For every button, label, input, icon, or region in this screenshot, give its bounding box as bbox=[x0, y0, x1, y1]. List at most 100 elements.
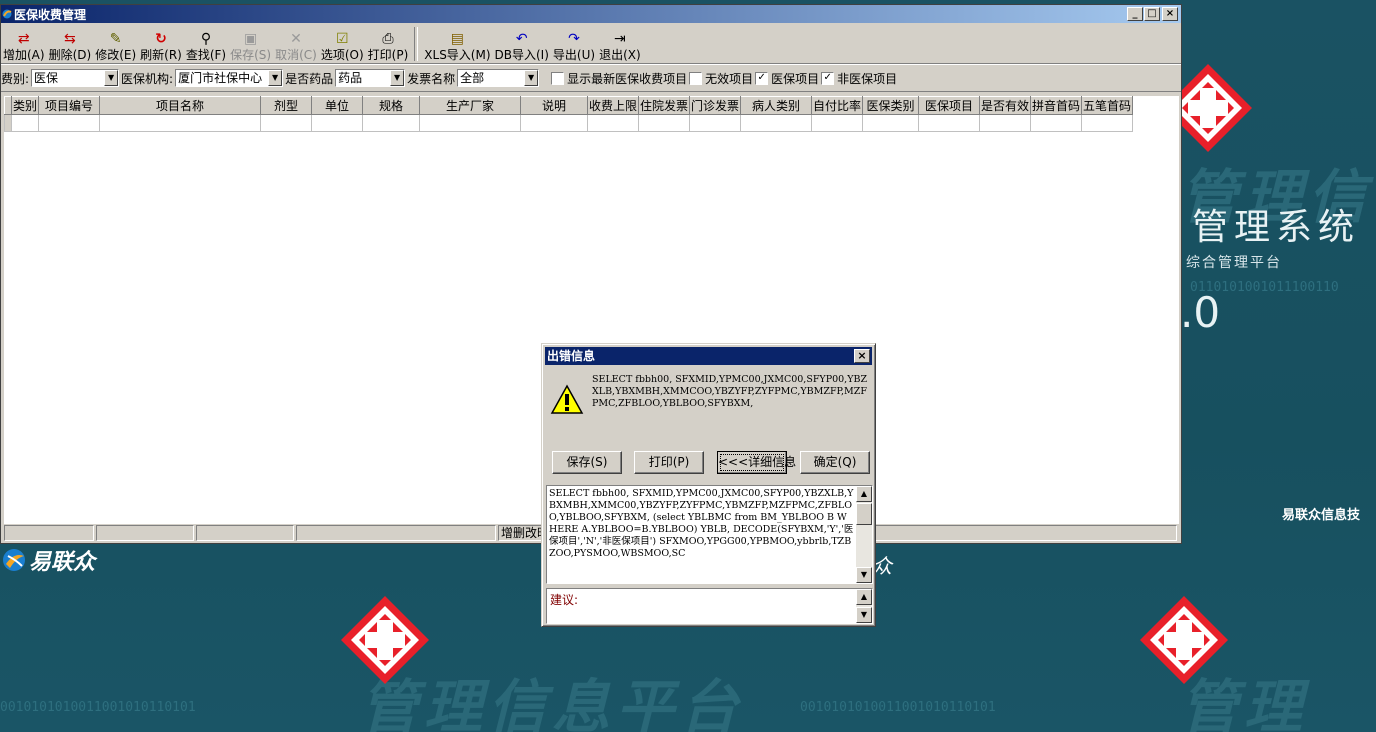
column-header[interactable]: 项目编号 bbox=[38, 96, 100, 115]
checkbox-insurance-items[interactable]: ✓ bbox=[755, 71, 769, 85]
grid-cell[interactable] bbox=[38, 114, 100, 132]
exit-button[interactable]: ⇥ 退出(X) bbox=[599, 25, 641, 63]
edit-icon: ✎ bbox=[109, 31, 122, 47]
row-indicator bbox=[4, 114, 12, 132]
printer-icon: ⎙ bbox=[382, 31, 394, 47]
dialog-ok-button[interactable]: 确定(Q) bbox=[800, 451, 870, 474]
column-header[interactable]: 门诊发票 bbox=[689, 96, 741, 115]
checkbox-non-insurance-items[interactable]: ✓ bbox=[821, 71, 835, 85]
fee-type-select[interactable]: 医保 ▼ bbox=[31, 69, 120, 87]
grid-cell[interactable] bbox=[1081, 114, 1133, 132]
dialog-print-button[interactable]: 打印(P) bbox=[634, 451, 704, 474]
table-row[interactable] bbox=[4, 114, 1133, 132]
detail-scrollbar[interactable]: ▲ ▼ bbox=[856, 486, 872, 583]
scroll-up-icon[interactable]: ▲ bbox=[856, 589, 872, 605]
edit-button[interactable]: ✎ 修改(E) bbox=[95, 25, 136, 63]
checkbox-insurance-items-label: 医保项目 bbox=[771, 71, 820, 86]
error-detail-textbox[interactable]: SELECT fbbh00, SFXMID,YPMC00,JXMC00,SFYP… bbox=[546, 485, 873, 584]
is-drug-select[interactable]: 药品 ▼ bbox=[335, 69, 406, 87]
grid-cell[interactable] bbox=[311, 114, 363, 132]
save-button[interactable]: ▣ 保存(S) bbox=[230, 25, 271, 63]
scroll-thumb[interactable] bbox=[856, 503, 872, 525]
chevron-down-icon: ▼ bbox=[268, 70, 283, 86]
xls-import-button[interactable]: ▤ XLS导入(M) bbox=[424, 25, 490, 63]
grid-cell[interactable] bbox=[99, 114, 261, 132]
grid-cell[interactable] bbox=[638, 114, 690, 132]
invoice-select[interactable]: 全部 ▼ bbox=[457, 69, 540, 87]
dialog-titlebar[interactable]: 出错信息 × bbox=[545, 347, 872, 365]
suggestion-scrollbar[interactable]: ▲ ▼ bbox=[856, 589, 872, 623]
grid-cell[interactable] bbox=[362, 114, 420, 132]
xls-import-icon: ▤ bbox=[450, 31, 465, 47]
error-message: SELECT fbbh00, SFXMID,YPMC00,JXMC00,SFYP… bbox=[592, 374, 868, 409]
refresh-button[interactable]: ↻ 刷新(R) bbox=[140, 25, 182, 63]
add-button[interactable]: ⇄ 增加(A) bbox=[3, 25, 45, 63]
column-header[interactable]: 拼音首码 bbox=[1030, 96, 1082, 115]
toolbar: ⇄ 增加(A) ⇆ 删除(D) ✎ 修改(E) ↻ 刷新(R) ⚲ 查找(F) … bbox=[1, 23, 1181, 64]
system-title: 管理系统 bbox=[1192, 207, 1361, 248]
status-panel bbox=[96, 525, 194, 541]
grid-cell[interactable] bbox=[11, 114, 39, 132]
column-header[interactable]: 单位 bbox=[311, 96, 363, 115]
column-header[interactable]: 自付比率 bbox=[811, 96, 863, 115]
close-button[interactable]: × bbox=[1162, 7, 1178, 21]
grid-cell[interactable] bbox=[1030, 114, 1082, 132]
checkbox-non-insurance-items-label: 非医保项目 bbox=[837, 71, 898, 86]
dialog-detail-button[interactable]: <<<详细信息 bbox=[717, 451, 796, 474]
minimize-button[interactable]: _ bbox=[1127, 7, 1143, 21]
options-button[interactable]: ☑ 选项(O) bbox=[321, 25, 364, 63]
scroll-down-icon[interactable]: ▼ bbox=[856, 567, 872, 583]
print-button[interactable]: ⎙ 打印(P) bbox=[368, 25, 409, 63]
invoice-label: 发票名称 bbox=[407, 71, 456, 86]
error-dialog: 出错信息 × SELECT fbbh00, SFXMID,YPMC00,JXMC… bbox=[541, 343, 876, 627]
cancel-button[interactable]: ✕ 取消(C) bbox=[275, 25, 317, 63]
delete-icon: ⇆ bbox=[64, 31, 76, 47]
export-button[interactable]: ↷ 导出(U) bbox=[553, 25, 595, 63]
dialog-save-button[interactable]: 保存(S) bbox=[552, 451, 622, 474]
grid-cell[interactable] bbox=[979, 114, 1031, 132]
suggestion-textbox[interactable]: 建议: ▲ ▼ bbox=[546, 588, 873, 624]
grid-cell[interactable] bbox=[520, 114, 588, 132]
grid-cell[interactable] bbox=[740, 114, 812, 132]
institution-select[interactable]: 厦门市社保中心 ▼ bbox=[175, 69, 284, 87]
window-titlebar[interactable]: 医保收费管理 _ □ × bbox=[1, 5, 1181, 23]
grid-cell[interactable] bbox=[862, 114, 919, 132]
grid-cell[interactable] bbox=[918, 114, 980, 132]
grid-cell[interactable] bbox=[419, 114, 521, 132]
column-header[interactable]: 住院发票 bbox=[638, 96, 690, 115]
column-header[interactable]: 病人类别 bbox=[740, 96, 812, 115]
checkbox-invalid-items[interactable] bbox=[689, 71, 703, 85]
grid-cell[interactable] bbox=[587, 114, 639, 132]
maximize-button[interactable]: □ bbox=[1144, 7, 1160, 21]
find-button[interactable]: ⚲ 查找(F) bbox=[186, 25, 226, 63]
db-import-button[interactable]: ↶ DB导入(I) bbox=[495, 25, 549, 63]
export-icon: ↷ bbox=[568, 31, 580, 47]
system-version: .0 bbox=[1180, 288, 1221, 337]
column-header[interactable]: 项目名称 bbox=[99, 96, 261, 115]
delete-button[interactable]: ⇆ 删除(D) bbox=[49, 25, 92, 63]
column-header[interactable]: 类别 bbox=[11, 96, 39, 115]
scroll-up-icon[interactable]: ▲ bbox=[856, 486, 872, 502]
column-header[interactable]: 规格 bbox=[362, 96, 420, 115]
column-header[interactable]: 生产厂家 bbox=[419, 96, 521, 115]
column-header[interactable]: 医保项目 bbox=[918, 96, 980, 115]
column-header[interactable]: 五笔首码 bbox=[1081, 96, 1133, 115]
exit-icon: ⇥ bbox=[614, 31, 626, 47]
checkbox-show-latest[interactable] bbox=[551, 71, 565, 85]
scroll-down-icon[interactable]: ▼ bbox=[856, 607, 872, 623]
column-header[interactable]: 收费上限 bbox=[587, 96, 639, 115]
column-header[interactable]: 医保类别 bbox=[862, 96, 919, 115]
dialog-close-button[interactable]: × bbox=[854, 349, 870, 363]
checkbox-invalid-items-label: 无效项目 bbox=[705, 71, 754, 86]
column-header[interactable]: 剂型 bbox=[260, 96, 312, 115]
grid-cell[interactable] bbox=[689, 114, 741, 132]
toolbar-separator bbox=[414, 27, 419, 61]
db-import-icon: ↶ bbox=[515, 31, 528, 47]
company-logo: 易联众 bbox=[2, 544, 95, 576]
grid-cell[interactable] bbox=[260, 114, 312, 132]
column-header[interactable]: 说明 bbox=[520, 96, 588, 115]
grid-cell[interactable] bbox=[811, 114, 863, 132]
column-header[interactable]: 是否有效 bbox=[979, 96, 1031, 115]
chevron-down-icon: ▼ bbox=[390, 70, 405, 86]
suggestion-label: 建议: bbox=[550, 593, 579, 607]
